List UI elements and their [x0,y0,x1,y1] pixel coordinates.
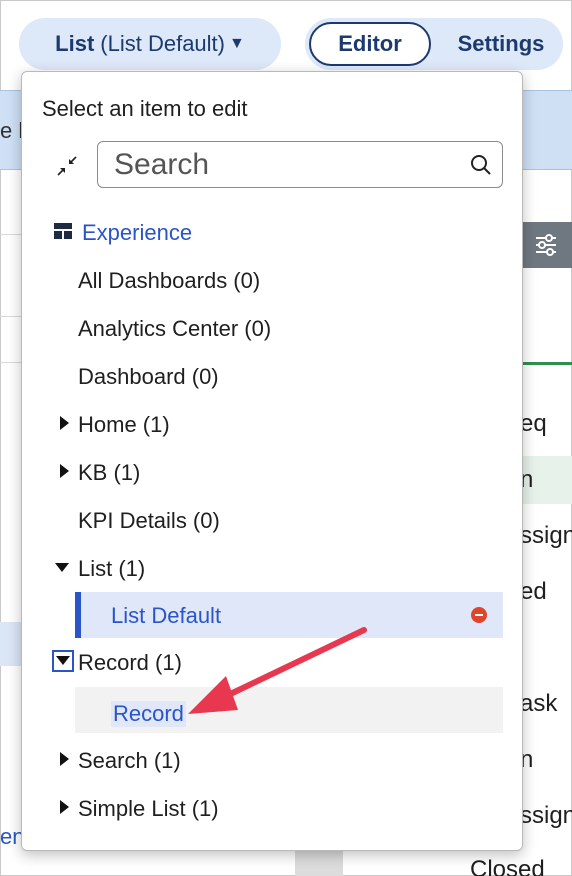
background-cell: ssign [520,802,572,829]
background-cell: ask [520,690,558,717]
tree-item-kb[interactable]: KB (1) [22,452,522,492]
mode-toggle: Editor Settings [305,18,563,70]
editor-tab[interactable]: Editor [309,22,431,66]
tree-item-all-dashboards[interactable]: All Dashboards (0) [22,260,522,300]
tree-item-home[interactable]: Home (1) [22,404,522,444]
background-cell: ssign [520,522,572,549]
remove-icon[interactable] [471,607,487,623]
tree-item-simple-list[interactable]: Simple List (1) [22,788,522,828]
tree-item-label: List (1) [78,556,146,581]
expand-triangle-icon[interactable] [60,416,69,430]
view-selector-button[interactable]: List (List Default) ▼ [19,18,281,70]
item-selector-popup: Select an item to edit Experience All Da… [21,71,523,851]
expand-triangle-icon[interactable] [60,752,69,766]
expand-triangle-icon[interactable] [60,800,69,814]
collapse-triangle-icon[interactable] [55,563,69,572]
tree-subitem-label: List Default [111,603,222,628]
search-field[interactable] [97,141,503,188]
tree-item-label: Analytics Center (0) [78,316,272,341]
search-icon[interactable] [470,154,492,176]
filter-settings-icon[interactable] [520,222,572,268]
background-scroll-block [295,850,343,876]
search-input[interactable] [114,148,454,182]
tree-item-list[interactable]: List (1) [22,548,522,588]
tree-group-experience[interactable]: Experience [22,212,522,252]
tree-item-label: KB (1) [78,460,141,485]
collapse-triangle-icon[interactable] [52,650,74,672]
background-accent-line [520,362,572,365]
tree-item-analytics-center[interactable]: Analytics Center (0) [22,308,522,348]
tree-item-record[interactable]: Record (1) [22,642,522,682]
tree-item-label: Record (1) [78,650,182,675]
layout-icon [54,223,72,239]
chevron-down-icon: ▼ [229,35,245,52]
background-cell: Closed [470,856,545,876]
tree-item-dashboard[interactable]: Dashboard (0) [22,356,522,396]
tree-subitem-label: Record [111,701,186,727]
background-cell: ed [520,578,547,605]
view-selector-variant: (List Default) [100,31,225,56]
tree-subitem-record[interactable]: Record [75,687,503,733]
tree-item-label: KPI Details (0) [78,508,220,533]
tree-item-search[interactable]: Search (1) [22,740,522,780]
tree-item-kpi-details[interactable]: KPI Details (0) [22,500,522,540]
experience-label: Experience [82,220,193,245]
tree-item-label: Search (1) [78,748,181,773]
tree-subitem-list-default[interactable]: List Default [75,592,503,638]
popup-title: Select an item to edit [42,96,248,121]
tree-item-label: Simple List (1) [78,796,219,821]
view-selector-name: List [55,31,95,56]
background-cell: eq [520,410,547,437]
settings-tab[interactable]: Settings [445,22,557,66]
tree-item-label: Home (1) [78,412,170,437]
expand-triangle-icon[interactable] [60,464,69,478]
tree-item-label: Dashboard (0) [78,364,219,389]
tree-item-label: All Dashboards (0) [78,268,261,293]
collapse-icon[interactable] [55,154,79,178]
